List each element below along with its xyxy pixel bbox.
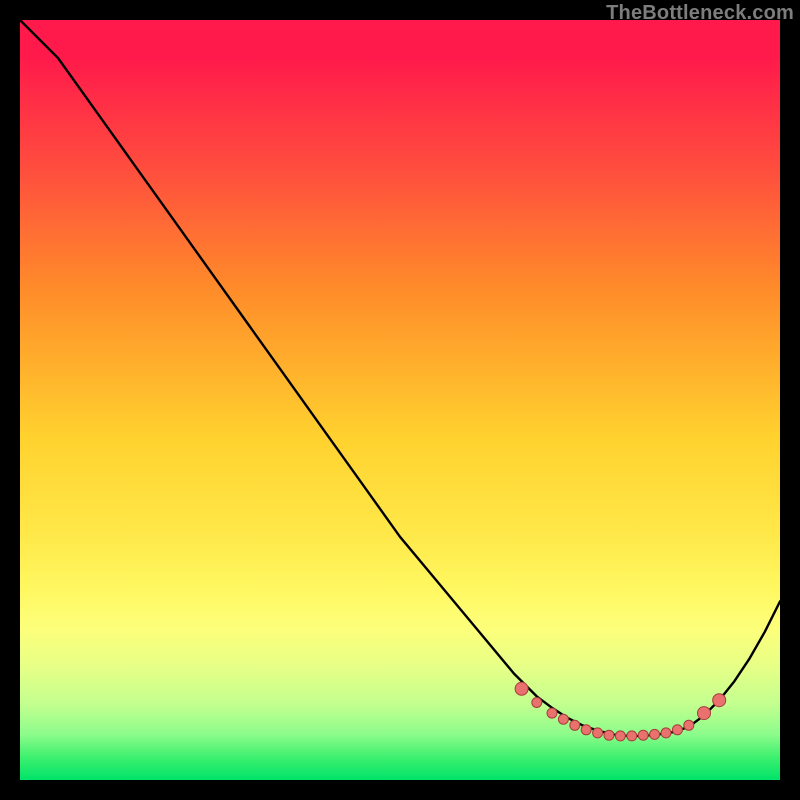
marker-point	[627, 731, 637, 741]
marker-point	[698, 707, 711, 720]
curve-svg	[20, 20, 780, 780]
marker-point	[604, 730, 614, 740]
marker-point	[570, 720, 580, 730]
watermark-text: TheBottleneck.com	[606, 2, 794, 25]
marker-point	[672, 725, 682, 735]
marker-point	[638, 730, 648, 740]
marker-point	[661, 728, 671, 738]
marker-point	[515, 682, 528, 695]
marker-point	[558, 714, 568, 724]
marker-point	[713, 694, 726, 707]
marker-group	[515, 682, 726, 741]
bottleneck-curve	[20, 20, 780, 736]
marker-point	[532, 698, 542, 708]
marker-point	[650, 729, 660, 739]
marker-point	[615, 731, 625, 741]
marker-point	[547, 708, 557, 718]
marker-point	[581, 725, 591, 735]
marker-point	[593, 728, 603, 738]
plot-area	[20, 20, 780, 780]
chart-frame: TheBottleneck.com	[0, 0, 800, 800]
marker-point	[684, 720, 694, 730]
